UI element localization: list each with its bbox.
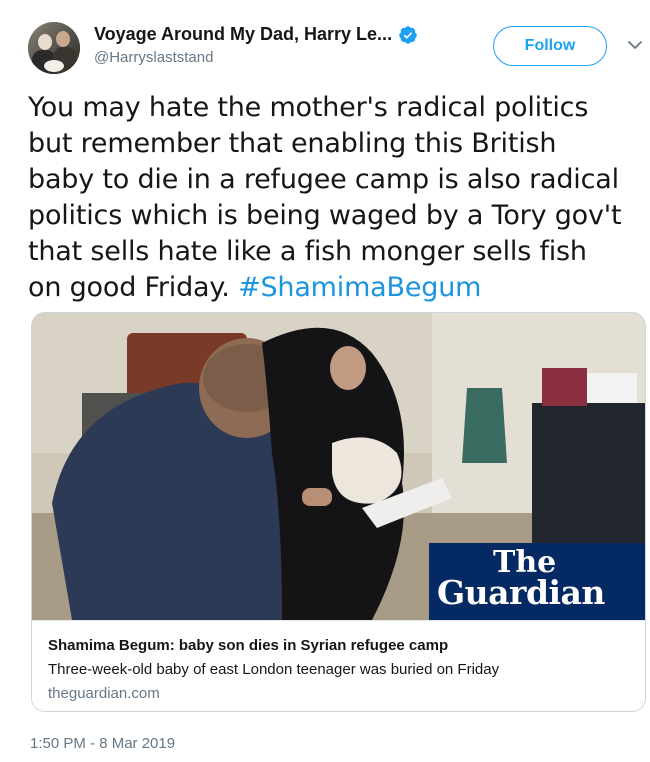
author-display-name[interactable]: Voyage Around My Dad, Harry Le... — [94, 24, 418, 45]
link-card[interactable]: The Guardian Shamima Begum: baby son die… — [31, 312, 646, 712]
tweet-text: You may hate the mother's radical politi… — [28, 90, 628, 306]
card-domain: theguardian.com — [48, 685, 160, 702]
author-display-name-text[interactable]: Voyage Around My Dad, Harry Le... — [94, 24, 392, 45]
card-title: Shamima Begum: baby son dies in Syrian r… — [48, 637, 449, 654]
follow-button[interactable]: Follow — [493, 26, 607, 66]
card-image: The Guardian — [32, 313, 645, 620]
card-description: Three-week-old baby of east London teena… — [48, 661, 500, 678]
logo-guardian: Guardian — [437, 573, 605, 612]
guardian-logo: The Guardian — [429, 543, 645, 620]
chevron-down-icon[interactable] — [626, 36, 644, 54]
author-handle[interactable]: @Harryslaststand — [94, 49, 484, 66]
verified-badge-icon — [399, 25, 417, 44]
tweet-timestamp[interactable]: 1:50 PM - 8 Mar 2019 — [30, 735, 175, 752]
author-info: Voyage Around My Dad, Harry Le... @Harry… — [94, 24, 484, 66]
avatar[interactable] — [28, 22, 80, 74]
hashtag-link[interactable]: #ShamimaBegum — [238, 272, 481, 303]
card-body: Shamima Begum: baby son dies in Syrian r… — [32, 620, 645, 711]
tweet-header: Voyage Around My Dad, Harry Le... @Harry… — [28, 18, 642, 78]
